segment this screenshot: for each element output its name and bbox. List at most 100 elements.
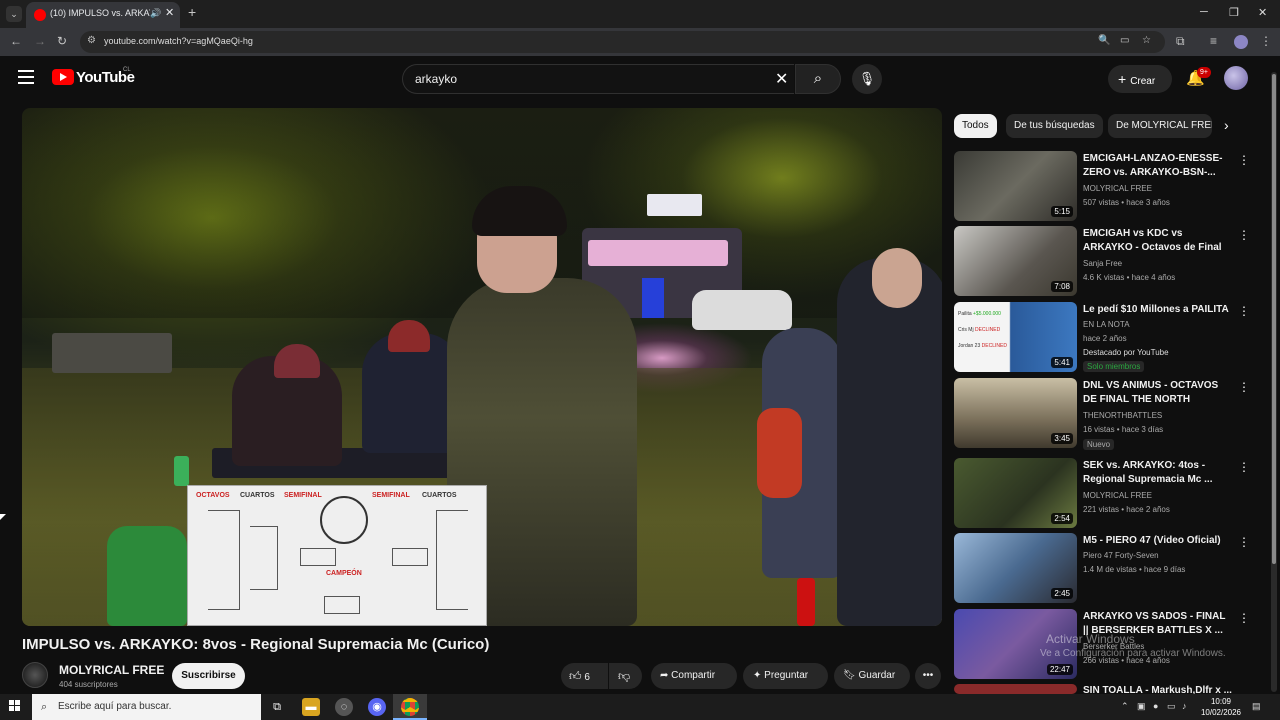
bracket-cuartos-left: CUARTOS <box>240 492 275 499</box>
more-vertical-icon[interactable]: ⋮ <box>1238 153 1250 167</box>
more-vertical-icon[interactable]: ⋮ <box>1238 611 1250 625</box>
like-button[interactable]: 👍︎ 6 <box>561 663 608 689</box>
address-bar[interactable]: ⚙ youtube.com/watch?v=agMQaeQi-hg 🔍 ▭ ☆ <box>80 31 1165 53</box>
thumbs-up-icon: 👍︎ <box>569 669 582 683</box>
task-view-icon[interactable]: ⧉ <box>268 698 286 716</box>
extensions-icon[interactable]: ⧉ <box>1176 34 1185 49</box>
tray-app-icon[interactable]: ▣ <box>1137 701 1146 712</box>
related-meta: 16 vistas • hace 3 días <box>1083 425 1164 434</box>
app-icon[interactable]: ◌ <box>335 698 353 716</box>
new-tab-icon[interactable]: + <box>188 4 196 20</box>
scrollbar-thumb[interactable] <box>1272 74 1276 564</box>
related-video[interactable]: 3:45 DNL VS ANIMUS - OCTAVOS DE FINAL TH… <box>954 378 1254 450</box>
new-badge: Nuevo <box>1083 439 1115 450</box>
more-vertical-icon[interactable]: ⋮ <box>1238 228 1250 242</box>
related-video[interactable]: 7:08 EMCIGAH vs KDC vs ARKAYKO - Octavos… <box>954 226 1254 296</box>
more-vertical-icon[interactable]: ⋮ <box>1238 304 1250 318</box>
notification-center-icon[interactable]: ▤ <box>1252 701 1261 712</box>
ask-button[interactable]: ✦ Preguntar <box>743 663 828 689</box>
clock-time: 10:09 <box>1210 697 1232 706</box>
close-tab-icon[interactable]: ✕ <box>165 6 174 19</box>
speaker-icon[interactable]: 🔊 <box>150 8 161 19</box>
clear-search-icon[interactable]: ✕ <box>775 69 788 89</box>
bracket-semifinal-left: SEMIFINAL <box>284 492 322 499</box>
bookmark-star-icon[interactable]: ☆ <box>1142 35 1151 46</box>
hamburger-menu-icon[interactable] <box>18 70 34 84</box>
red-cap <box>274 344 320 378</box>
bracket-lines-left-inner <box>250 526 278 590</box>
duration-badge: 7:08 <box>1051 281 1073 292</box>
minimize-icon[interactable]: ─ <box>1200 6 1208 18</box>
menu-kebab-icon[interactable]: ⋮ <box>1260 34 1272 48</box>
create-label: Crear <box>1130 76 1156 87</box>
discord-icon[interactable]: ◉ <box>368 698 386 716</box>
related-title: EMCIGAH vs KDC vs ARKAYKO - Octavos de F… <box>1083 228 1222 253</box>
channel-avatar[interactable] <box>22 662 48 688</box>
related-title: EMCIGAH-LANZAO-ENESSE-ZERO vs. ARKAYKO-B… <box>1083 153 1223 178</box>
file-explorer-icon[interactable]: ▬ <box>302 698 320 716</box>
video-title: IMPULSO vs. ARKAYKO: 8vos - Regional Sup… <box>22 636 490 653</box>
soda-bottle <box>797 578 815 626</box>
related-video[interactable]: 2:45 M5 - PIERO 47 (Video Oficial) Piero… <box>954 533 1254 603</box>
related-title: SIN TOALLA - Markush,Dlfr x ... <box>1083 685 1232 694</box>
back-icon[interactable]: ← <box>10 34 22 48</box>
restore-icon[interactable]: ❐ <box>1229 6 1239 19</box>
tab-search-icon[interactable]: ⌄ <box>6 6 22 22</box>
microphone-tray-icon[interactable]: ● <box>1153 701 1158 711</box>
site-info-icon[interactable]: ⚙ <box>87 35 96 46</box>
chip-de-tus-busquedas[interactable]: De tus búsquedas <box>1006 114 1103 138</box>
save-button[interactable]: 🔖︎ Guardar <box>834 663 910 689</box>
close-window-icon[interactable]: ✕ <box>1258 6 1267 19</box>
reading-list-icon[interactable]: ≡ <box>1210 34 1217 48</box>
dislike-button[interactable]: 👎︎ <box>609 663 642 689</box>
subscribe-button[interactable]: Suscribirse <box>172 663 245 689</box>
search-button[interactable]: ⌕ <box>795 64 841 94</box>
volume-icon[interactable]: ♪ <box>1182 701 1187 711</box>
thumbs-down-icon: 👎︎ <box>618 669 631 683</box>
youtube-logo-icon[interactable] <box>52 69 74 85</box>
more-vertical-icon[interactable]: ⋮ <box>1238 380 1250 394</box>
tournament-bracket-board: OCTAVOS CUARTOS SEMIFINAL SEMIFINAL CUAR… <box>187 485 487 626</box>
create-button[interactable]: + Crear <box>1108 65 1172 93</box>
chevron-right-icon[interactable]: › <box>1224 117 1229 133</box>
red-beanie <box>388 320 430 352</box>
thumb-text-jordan: Jordan 23 DECLINED <box>958 343 1007 349</box>
chip-de-molyrical[interactable]: De MOLYRICAL FREE <box>1108 114 1212 138</box>
green-can <box>174 456 189 486</box>
video-thumbnail: 2:54 <box>954 458 1077 528</box>
bracket-box-champion <box>324 596 360 614</box>
clock[interactable]: 10:09 10/02/2026 <box>1199 696 1243 718</box>
search-input[interactable]: arkayko ✕ <box>402 64 794 94</box>
tray-chevron-icon[interactable]: ⌃ <box>1121 701 1129 712</box>
related-video[interactable]: SIN TOALLA - Markush,Dlfr x ... <box>954 684 1254 694</box>
zoom-icon[interactable]: 🔍 <box>1098 35 1110 46</box>
related-video[interactable]: Pailita +$5.000.000 Cris Mj DECLINED Jor… <box>954 302 1254 372</box>
url-text: youtube.com/watch?v=agMQaeQi-hg <box>104 36 253 46</box>
related-video[interactable]: 2:54 SEK vs. ARKAYKO: 4tos - Regional Su… <box>954 458 1254 528</box>
reload-icon[interactable]: ↻ <box>57 34 67 48</box>
related-channel: MOLYRICAL FREE <box>1083 184 1152 193</box>
cast-icon[interactable]: ▭ <box>1120 35 1129 46</box>
related-video[interactable]: 5:15 EMCIGAH-LANZAO-ENESSE-ZERO vs. ARKA… <box>954 151 1254 221</box>
mouse-cursor-icon <box>0 514 6 520</box>
chip-todos[interactable]: Todos <box>954 114 997 138</box>
browser-tab[interactable]: (10) IMPULSO vs. ARKAYKO: 🔊 ✕ <box>26 2 180 28</box>
windows-start-icon[interactable] <box>9 700 21 712</box>
more-vertical-icon[interactable]: ⋮ <box>1238 460 1250 474</box>
network-icon[interactable]: ▭ <box>1167 701 1176 712</box>
voice-search-button[interactable]: 🎙 <box>852 64 882 94</box>
forward-icon[interactable]: → <box>34 34 46 48</box>
video-thumbnail: 5:15 <box>954 151 1077 221</box>
chrome-taskbar-button[interactable] <box>393 694 427 720</box>
channel-name[interactable]: MOLYRICAL FREE <box>59 663 164 677</box>
windows-activation-text: Ve a Configuración para activar Windows. <box>1040 648 1226 659</box>
taskbar-search-input[interactable]: ⌕ Escribe aquí para buscar. <box>32 694 261 720</box>
profile-icon[interactable] <box>1234 35 1248 49</box>
bracket-octavos: OCTAVOS <box>196 492 230 499</box>
more-vertical-icon[interactable]: ⋮ <box>1238 535 1250 549</box>
share-button[interactable]: ➦ Compartir <box>651 663 737 689</box>
account-avatar[interactable] <box>1224 66 1248 90</box>
video-player[interactable]: OCTAVOS CUARTOS SEMIFINAL SEMIFINAL CUAR… <box>22 108 942 626</box>
browser-tab-strip: ⌄ (10) IMPULSO vs. ARKAYKO: 🔊 ✕ + ─ ❐ ✕ <box>0 0 1280 28</box>
more-actions-button[interactable]: ••• <box>915 663 941 689</box>
